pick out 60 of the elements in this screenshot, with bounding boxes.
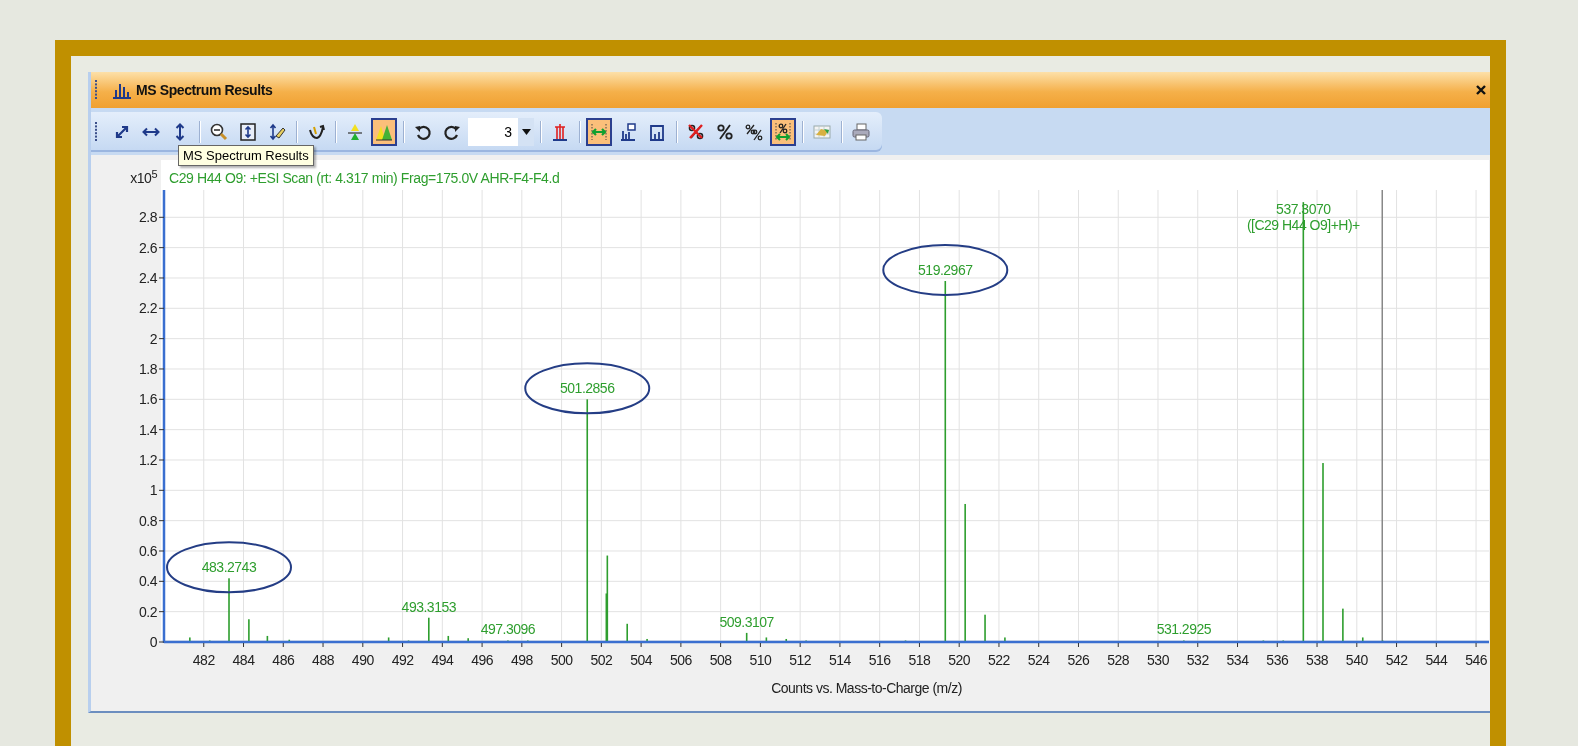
peak-label: 519.2967 — [918, 262, 973, 278]
x-tick-label: 502 — [590, 652, 613, 668]
x-tick-label: 526 — [1067, 652, 1090, 668]
x-tick-label: 508 — [709, 652, 732, 668]
y-tick-label: 2.6 — [139, 239, 157, 256]
x-tick-label: 532 — [1186, 652, 1209, 668]
x-tick-label: 494 — [431, 652, 454, 668]
x-tick-label: 522 — [988, 652, 1010, 668]
x-tick-label: 490 — [351, 652, 374, 668]
x-tick-label: 484 — [232, 652, 255, 668]
y-tick-label: 0.4 — [139, 573, 157, 590]
x-tick-label: 530 — [1147, 652, 1169, 668]
x-tick-label: 500 — [550, 652, 573, 668]
x-tick-label: 544 — [1425, 652, 1448, 668]
y-tick-label: 2 — [149, 330, 157, 347]
peak-label: 501.2856 — [560, 380, 615, 397]
y-tick-label: 1.6 — [139, 391, 157, 408]
x-tick-label: 542 — [1385, 652, 1408, 668]
x-tick-label: 540 — [1345, 652, 1368, 668]
window-title: MS Spectrum Results — [136, 82, 274, 98]
peak-label: 483.2743 — [201, 559, 257, 576]
x-tick-label: 512 — [789, 652, 812, 668]
y-tick-label: 1 — [149, 482, 157, 499]
x-tick-label: 538 — [1306, 652, 1328, 668]
x-axis-label: Counts vs. Mass-to-Charge (m/z) — [771, 680, 962, 696]
x-tick-label: 496 — [471, 652, 493, 668]
x-tick-label: 546 — [1465, 652, 1487, 668]
x-tick-label: 504 — [630, 652, 653, 668]
chart-title: C29 H44 O9: +ESI Scan (rt: 4.317 min) Frag=175.0V AHR-F4-F4.d — [169, 170, 560, 186]
peak-label: 531.2925 — [1156, 621, 1212, 638]
x-tick-label: 486 — [272, 652, 295, 668]
x-tick-label: 492 — [391, 652, 414, 668]
tooltip: MS Spectrum Results — [178, 145, 314, 166]
x-tick-label: 498 — [510, 652, 533, 668]
x-tick-label: 510 — [749, 652, 772, 668]
x-tick-label: 524 — [1027, 652, 1050, 668]
y-tick-label: 0.6 — [139, 543, 157, 559]
peak-label: 493.3153 — [401, 598, 456, 615]
y-tick-label: 0 — [149, 634, 157, 650]
y-tick-label: 2.8 — [139, 209, 157, 226]
x-tick-label: 528 — [1107, 652, 1130, 668]
y-tick-label: 1.8 — [139, 361, 157, 377]
peak-label: 509.3107 — [719, 613, 774, 630]
x-tick-label: 482 — [192, 652, 215, 668]
y-tick-label: 0.8 — [139, 512, 157, 529]
y-tick-label: 2.4 — [139, 269, 157, 286]
axis-multiplier: x10$^{5}$ — [130, 168, 157, 186]
x-tick-label: 520 — [948, 652, 971, 668]
x-tick-label: 516 — [868, 652, 891, 668]
peak-label: 497.3096 — [480, 621, 536, 638]
y-tick-label: 1.2 — [139, 452, 157, 468]
x-tick-label: 506 — [669, 652, 692, 668]
x-tick-label: 488 — [312, 652, 334, 668]
y-tick-label: 0.2 — [139, 603, 157, 620]
y-tick-label: 2.2 — [139, 300, 157, 317]
y-tick-label: 1.4 — [139, 421, 157, 438]
x-tick-label: 514 — [829, 652, 851, 668]
x-tick-label: 536 — [1266, 652, 1289, 668]
x-tick-label: 518 — [908, 652, 931, 668]
x-tick-label: 534 — [1226, 652, 1249, 668]
